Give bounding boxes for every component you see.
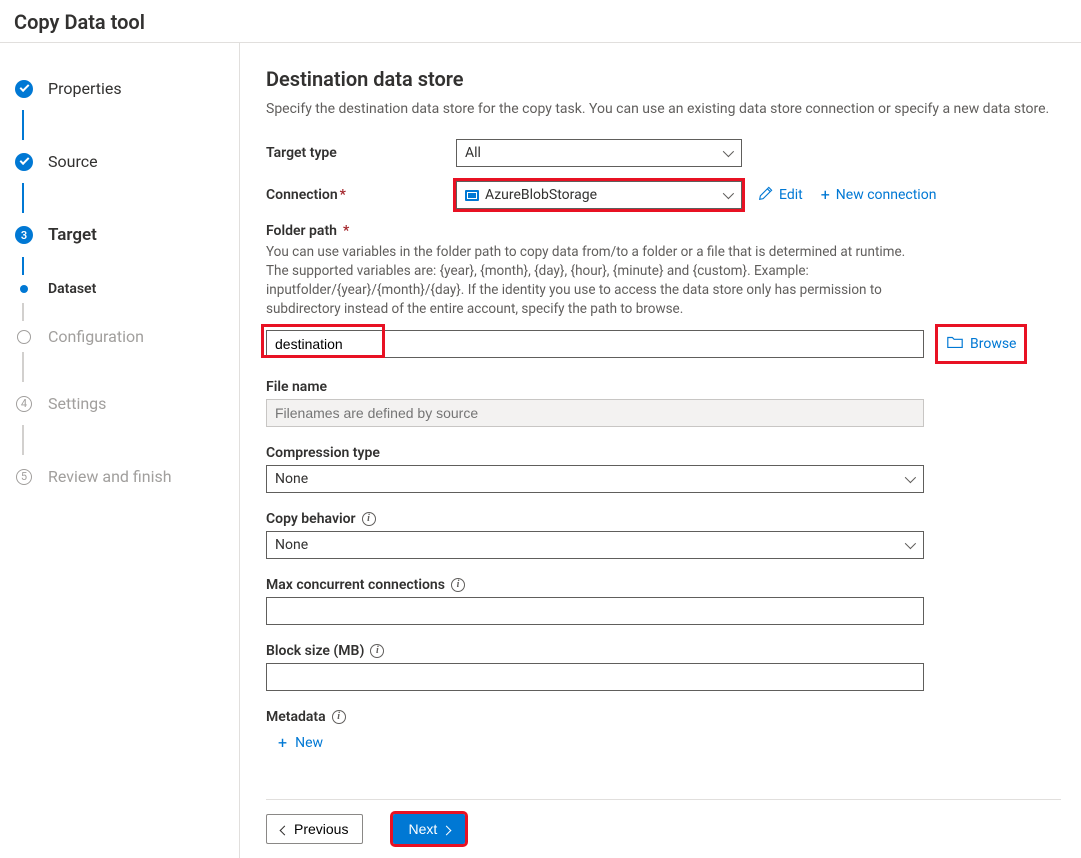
target-type-value: All [465,145,481,161]
chevron-down-icon [721,147,733,159]
compression-select[interactable]: None [266,465,924,493]
step-number-icon: 5 [16,469,32,485]
header-title: Copy Data tool [0,0,1081,43]
connection-select[interactable]: AzureBlobStorage [456,181,742,209]
step-label: Source [48,152,98,171]
step-review[interactable]: 5 Review and finish [0,455,239,498]
page-title: Destination data store [266,67,1061,91]
step-label: Target [48,225,97,245]
metadata-label: Metadata i [266,709,1061,725]
new-connection-button[interactable]: + New connection [821,187,937,203]
max-conn-block: Max concurrent connections i [266,577,1061,625]
file-name-block: File name [266,379,1061,427]
info-icon[interactable]: i [362,512,376,526]
substep-dot-icon [20,285,28,293]
info-icon[interactable]: i [332,710,346,724]
wizard-footer: Previous Next [266,799,1061,858]
check-icon [15,153,33,171]
max-conn-label: Max concurrent connections i [266,577,1061,593]
step-label: Review and finish [48,467,172,486]
step-connector [22,183,24,213]
step-number-icon: 3 [15,226,33,244]
folder-path-help: You can use variables in the folder path… [266,243,926,319]
pencil-icon [758,186,773,205]
block-size-block: Block size (MB) i [266,643,1061,691]
folder-icon [946,333,964,355]
substep-empty-icon [17,330,31,344]
step-connector [22,352,24,382]
browse-button[interactable]: Browse [938,327,1024,361]
page-description: Specify the destination data store for t… [266,101,1061,117]
block-size-input[interactable] [266,663,924,691]
metadata-block: Metadata i + New [266,709,1061,752]
max-conn-input[interactable] [266,597,924,625]
target-type-row: Target type All [266,139,1061,167]
chevron-down-icon [903,473,915,485]
storage-icon [465,190,479,201]
connection-value: AzureBlobStorage [485,187,597,203]
copy-behavior-block: Copy behavior i None [266,511,1061,559]
compression-label: Compression type [266,445,1061,461]
metadata-new-button[interactable]: + New [278,735,323,751]
step-label: Properties [48,79,122,98]
info-icon[interactable]: i [370,644,384,658]
block-size-label: Block size (MB) i [266,643,1061,659]
plus-icon: + [821,187,830,203]
step-connector [22,303,24,321]
step-label: Settings [48,394,106,413]
info-icon[interactable]: i [451,578,465,592]
step-dataset[interactable]: Dataset [0,275,239,303]
step-label: Configuration [48,327,144,346]
step-configuration[interactable]: Configuration [0,321,239,352]
chevron-right-icon [443,821,450,837]
compression-block: Compression type None [266,445,1061,493]
step-target[interactable]: 3 Target [0,213,239,257]
next-button[interactable]: Next [393,814,465,844]
plus-icon: + [278,735,287,751]
step-label: Dataset [48,281,96,297]
folder-path-label: Folder path* [266,223,1061,239]
wizard-sidebar: Properties Source 3 Target Dataset Confi… [0,43,240,858]
folder-path-input[interactable] [266,330,924,358]
step-connector [22,110,24,140]
chevron-down-icon [721,189,733,201]
connection-label: Connection* [266,187,456,203]
step-connector [22,257,24,275]
previous-button[interactable]: Previous [266,814,363,844]
copy-behavior-label: Copy behavior i [266,511,1061,527]
target-type-select[interactable]: All [456,139,742,167]
check-icon [15,80,33,98]
step-settings[interactable]: 4 Settings [0,382,239,425]
step-connector [22,425,24,455]
file-name-label: File name [266,379,1061,395]
step-number-icon: 4 [16,396,32,412]
folder-path-block: Folder path* You can use variables in th… [266,223,1061,361]
edit-connection-button[interactable]: Edit [758,186,803,205]
copy-behavior-value: None [275,537,308,553]
main-panel: Destination data store Specify the desti… [240,43,1081,858]
target-type-label: Target type [266,145,456,161]
step-source[interactable]: Source [0,140,239,183]
chevron-left-icon [281,821,288,837]
copy-behavior-select[interactable]: None [266,531,924,559]
file-name-input [266,399,924,427]
chevron-down-icon [903,539,915,551]
compression-value: None [275,471,308,487]
step-properties[interactable]: Properties [0,67,239,110]
connection-row: Connection* AzureBlobStorage Edit + [266,181,1061,209]
